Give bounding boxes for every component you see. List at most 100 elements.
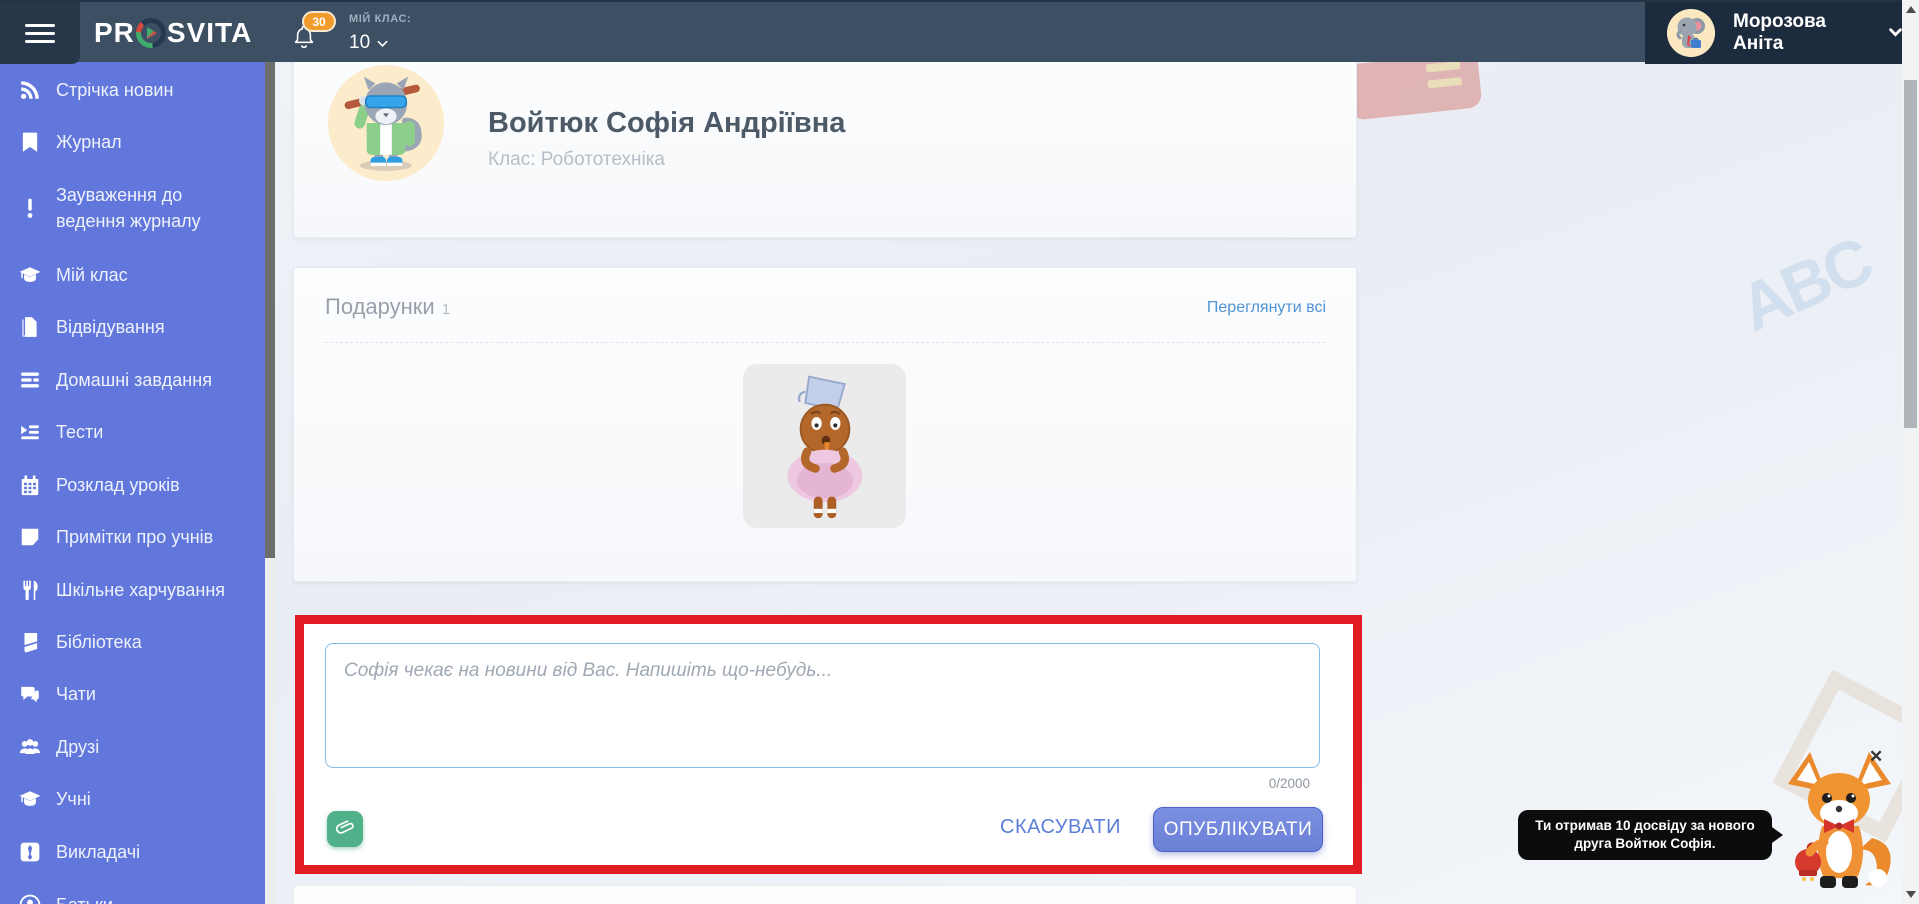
cancel-button[interactable]: СКАСУВАТИ xyxy=(1000,816,1121,839)
homework-icon xyxy=(17,369,43,391)
scroll-up-arrow-icon[interactable] xyxy=(1906,6,1916,13)
note-icon xyxy=(17,526,43,548)
attendance-icon xyxy=(17,316,43,338)
sidebar-item-11[interactable]: Бібліотека xyxy=(0,626,265,658)
brand-text-post: SVITA xyxy=(167,17,252,49)
sidebar-item-5[interactable]: Відвідування xyxy=(0,311,265,343)
sidebar-nav: Стрічка новин Журнал Зауваження до веден… xyxy=(0,62,265,904)
student-name: Войтюк Софія Андріївна xyxy=(488,107,845,140)
my-class-label: МІЙ КЛАС: xyxy=(349,13,411,25)
sidebar-item-2[interactable]: Журнал xyxy=(0,126,265,158)
my-class-value: 10 xyxy=(349,32,370,54)
char-counter: 0/2000 xyxy=(1269,776,1310,791)
gifts-card: Подарунки1 Переглянути всі xyxy=(293,267,1357,582)
xp-toast-tail xyxy=(1772,827,1783,843)
sidebar-item-3[interactable]: Зауваження до ведення журналу xyxy=(0,182,265,234)
publish-button[interactable]: ОПУБЛІКУВАТИ xyxy=(1153,807,1323,852)
gifts-count: 1 xyxy=(442,301,450,318)
sidebar-item-4[interactable]: Мій клас xyxy=(0,259,265,291)
cat-avatar-image xyxy=(328,65,444,181)
sidebar-item-label: Зауваження до ведення журналу xyxy=(56,182,256,234)
toast-close-icon[interactable]: ✕ xyxy=(1869,747,1883,767)
brand-text-pre: PR xyxy=(94,17,135,49)
xp-toast: Ти отримав 10 досвіду за нового друга Во… xyxy=(1518,810,1772,860)
meals-icon xyxy=(17,579,43,601)
xp-toast-line2: друга Войтюк Софія. xyxy=(1574,835,1715,853)
user-avatar xyxy=(1667,9,1715,57)
gingerbread-gift-image xyxy=(769,371,881,521)
sidebar-item-label: Батьки xyxy=(56,895,113,904)
calendar-icon xyxy=(17,474,43,496)
sidebar-item-label: Бібліотека xyxy=(56,632,142,653)
sidebar-item-9[interactable]: Примітки про учнів xyxy=(0,521,265,553)
library-icon xyxy=(17,631,43,653)
sidebar-item-label: Журнал xyxy=(56,132,122,153)
sidebar-item-13[interactable]: Друзі xyxy=(0,731,265,763)
sidebar-item-label: Стрічка новин xyxy=(56,80,173,101)
fox-mascot-image xyxy=(1782,750,1897,896)
sidebar-item-16[interactable]: Батьки xyxy=(0,889,265,904)
chevron-down-icon xyxy=(377,32,388,54)
post-composer: 0/2000 СКАСУВАТИ ОПУБЛІКУВАТИ xyxy=(304,624,1353,865)
attach-file-button[interactable] xyxy=(327,811,363,847)
sidebar-item-label: Друзі xyxy=(56,737,99,758)
sidebar-item-label: Тести xyxy=(56,422,103,443)
friends-icon xyxy=(17,736,43,758)
hamburger-menu-button[interactable] xyxy=(0,2,80,64)
tests-icon xyxy=(17,421,43,443)
sidebar-item-label: Домашні завдання xyxy=(56,370,212,391)
sidebar-item-12[interactable]: Чати xyxy=(0,678,265,710)
abc-watermark: ABC xyxy=(1728,222,1881,346)
prosvita-app: ABC xyxy=(0,0,1919,904)
sidebar-item-15[interactable]: Викладачі xyxy=(0,836,265,868)
exclamation-icon xyxy=(17,197,43,219)
student-profile-card: Войтюк Софія Андріївна Клас: Робототехні… xyxy=(293,48,1357,238)
gift-item[interactable] xyxy=(743,364,906,528)
sidebar-item-label: Відвідування xyxy=(56,317,165,338)
notifications-count-badge: 30 xyxy=(302,11,336,32)
sidebar-item-1[interactable]: Стрічка новин xyxy=(0,74,265,106)
scroll-down-arrow-icon[interactable] xyxy=(1906,891,1916,898)
elephant-avatar-image xyxy=(1667,9,1715,57)
user-name: Морозова Аніта xyxy=(1733,11,1881,55)
sidebar-scrollbar xyxy=(265,62,275,904)
view-all-gifts-link[interactable]: Переглянути всі xyxy=(1207,299,1326,317)
sidebar-item-label: Шкільне харчування xyxy=(56,580,225,601)
main-scrollbar xyxy=(1902,0,1919,904)
post-text-input[interactable] xyxy=(325,643,1320,768)
bookmark-icon xyxy=(17,131,43,153)
sidebar-item-label: Мій клас xyxy=(56,265,128,286)
graduation-cap-icon xyxy=(17,264,43,286)
bell-icon xyxy=(292,37,316,54)
brand-logo[interactable]: PR SVITA xyxy=(94,2,252,64)
paperclip-icon xyxy=(336,818,355,840)
sidebar-item-6[interactable]: Домашні завдання xyxy=(0,364,265,396)
next-card-sliver xyxy=(293,885,1357,904)
parents-icon xyxy=(17,894,43,904)
students-icon xyxy=(17,788,43,810)
sidebar-item-label: Примітки про учнів xyxy=(56,527,213,548)
my-class-dropdown[interactable]: МІЙ КЛАС: 10 xyxy=(349,13,411,54)
user-chevron-down-icon xyxy=(1889,24,1902,42)
sidebar-scrollbar-thumb[interactable] xyxy=(265,62,275,558)
sidebar-item-label: Учні xyxy=(56,789,91,810)
sidebar-item-label: Розклад уроків xyxy=(56,475,180,496)
sidebar-item-7[interactable]: Тести xyxy=(0,416,265,448)
sidebar-item-label: Викладачі xyxy=(56,842,140,863)
xp-toast-line1: Ти отримав 10 досвіду за нового xyxy=(1535,817,1754,835)
rss-icon xyxy=(17,79,43,101)
student-class: Клас: Робототехніка xyxy=(488,149,665,171)
student-avatar xyxy=(328,65,444,181)
chats-icon xyxy=(17,683,43,705)
gifts-divider xyxy=(325,342,1325,343)
play-logo-icon xyxy=(136,18,166,48)
sidebar-item-8[interactable]: Розклад уроків xyxy=(0,469,265,501)
gifts-title: Подарунки1 xyxy=(325,294,450,320)
sidebar-item-label: Чати xyxy=(56,684,96,705)
teachers-icon xyxy=(17,841,43,863)
main-scrollbar-thumb[interactable] xyxy=(1904,80,1917,428)
top-bar: PR SVITA 30 МІЙ КЛАС: 10 xyxy=(0,0,1902,62)
sidebar-item-10[interactable]: Шкільне харчування xyxy=(0,574,265,606)
sidebar-item-14[interactable]: Учні xyxy=(0,783,265,815)
user-menu[interactable]: Морозова Аніта xyxy=(1645,2,1902,64)
